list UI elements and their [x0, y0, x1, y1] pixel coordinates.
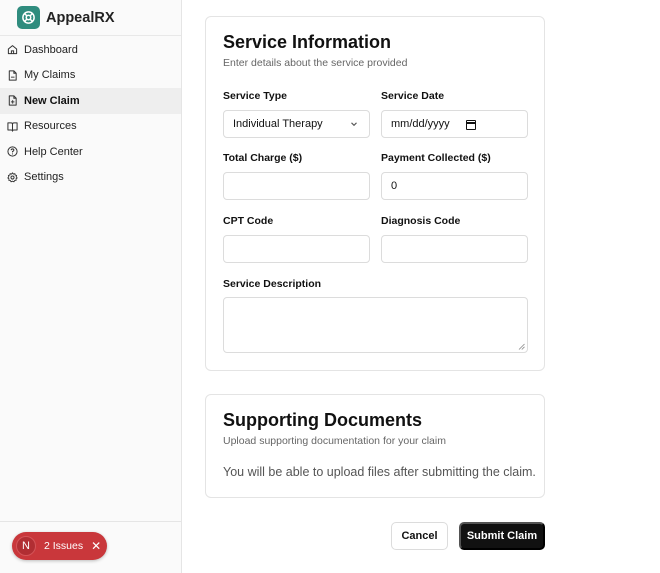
- home-icon: [6, 44, 18, 56]
- cpt-code-input[interactable]: [223, 235, 370, 263]
- sidebar-nav: Dashboard My Claims New Claim Resources …: [0, 36, 181, 190]
- service-type-label: Service Type: [223, 90, 288, 102]
- sidebar-footer-divider: [0, 521, 181, 522]
- app-name: AppealRX: [46, 9, 115, 26]
- service-date-label: Service Date: [381, 90, 445, 102]
- sidebar-item-label: New Claim: [24, 94, 80, 107]
- cpt-code-label: CPT Code: [223, 215, 274, 227]
- sidebar-item-label: Help Center: [24, 145, 83, 158]
- sidebar-item-my-claims[interactable]: My Claims: [0, 63, 181, 89]
- service-description-textarea[interactable]: [223, 297, 528, 353]
- service-date-input[interactable]: mm/dd/yyyy: [381, 110, 528, 138]
- next-logo-icon: N: [16, 536, 36, 556]
- cancel-button[interactable]: Cancel: [391, 522, 448, 550]
- diagnosis-code-label: Diagnosis Code: [381, 215, 461, 227]
- card-title: Supporting Documents: [223, 410, 422, 430]
- gear-icon: [6, 171, 18, 183]
- calendar-icon[interactable]: [466, 120, 476, 130]
- chevron-down-icon: [351, 122, 357, 127]
- sidebar-item-settings[interactable]: Settings: [0, 165, 181, 191]
- sidebar-item-dashboard[interactable]: Dashboard: [0, 37, 181, 63]
- sidebar-item-label: My Claims: [24, 69, 76, 82]
- app-logo-icon: [17, 6, 40, 29]
- card-subtitle: Upload supporting documentation for your…: [223, 435, 446, 447]
- sidebar: AppealRX Dashboard My Claims New Claim R…: [0, 0, 182, 573]
- close-icon[interactable]: ✕: [91, 539, 101, 553]
- service-date-value: mm/dd/yyyy: [391, 118, 450, 130]
- sidebar-item-label: Settings: [24, 171, 64, 184]
- total-charge-label: Total Charge ($): [223, 152, 303, 164]
- issues-badge[interactable]: N 2 Issues ✕: [12, 532, 107, 560]
- payment-collected-value: 0: [391, 180, 398, 192]
- card-subtitle: Enter details about the service provided: [223, 57, 408, 69]
- sidebar-item-new-claim[interactable]: New Claim: [0, 88, 181, 114]
- service-information-card: Service Information Enter details about …: [205, 16, 545, 371]
- sidebar-item-label: Dashboard: [24, 43, 78, 56]
- service-type-value: Individual Therapy: [233, 118, 323, 130]
- sidebar-item-resources[interactable]: Resources: [0, 114, 181, 140]
- submit-claim-button[interactable]: Submit Claim: [459, 522, 545, 550]
- sidebar-item-help-center[interactable]: Help Center: [0, 139, 181, 165]
- diagnosis-code-input[interactable]: [381, 235, 528, 263]
- brand[interactable]: AppealRX: [0, 0, 181, 36]
- book-open-icon: [6, 120, 18, 132]
- upload-note: You will be able to upload files after s…: [223, 465, 536, 479]
- resize-grip-icon[interactable]: [518, 343, 525, 350]
- card-title: Service Information: [223, 32, 392, 52]
- supporting-documents-card: Supporting Documents Upload supporting d…: [205, 394, 545, 498]
- file-plus-icon: [6, 95, 18, 107]
- help-circle-icon: [6, 146, 18, 158]
- payment-collected-input[interactable]: 0: [381, 172, 528, 200]
- payment-collected-label: Payment Collected ($): [381, 152, 491, 164]
- sidebar-item-label: Resources: [24, 120, 77, 133]
- issues-count: 2 Issues: [44, 540, 84, 552]
- total-charge-input[interactable]: [223, 172, 370, 200]
- service-description-label: Service Description: [223, 278, 322, 290]
- file-icon: [6, 69, 18, 81]
- service-type-select[interactable]: Individual Therapy: [223, 110, 370, 138]
